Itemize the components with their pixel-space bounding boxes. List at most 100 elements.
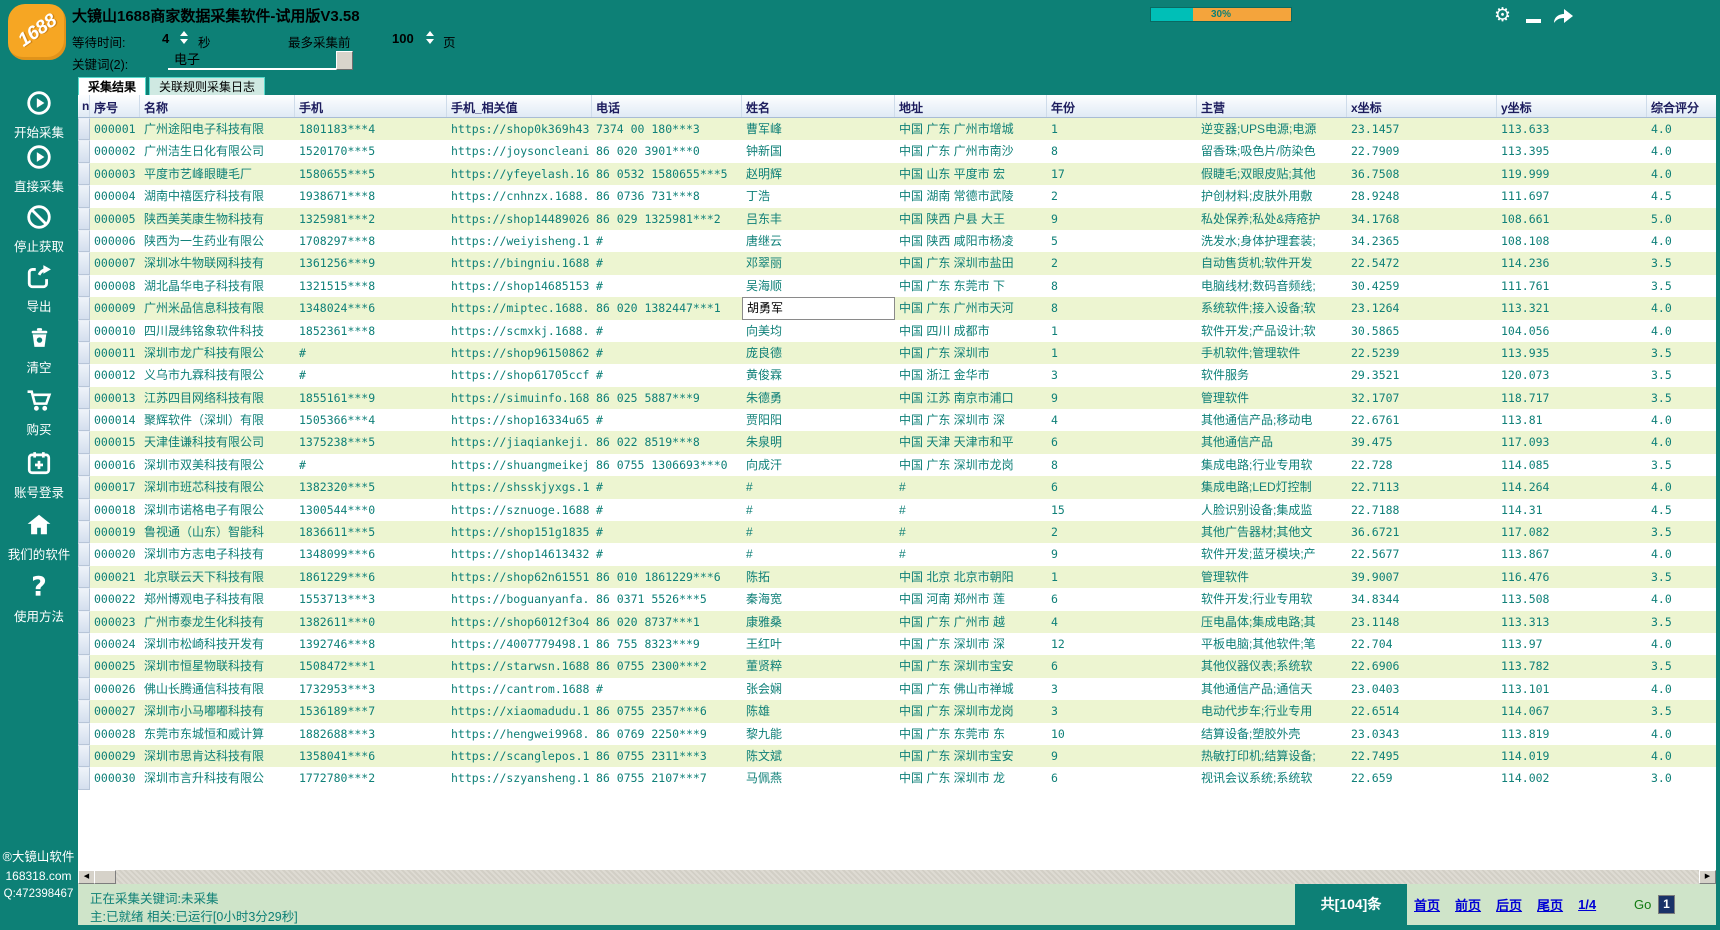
table-cell[interactable]: 000019 bbox=[90, 521, 140, 543]
table-cell[interactable]: 4.0 bbox=[1647, 140, 1716, 162]
table-cell[interactable]: 1536189***7 bbox=[295, 700, 447, 722]
table-cell[interactable]: 000003 bbox=[90, 163, 140, 185]
table-cell[interactable]: 86 020 8737***1 bbox=[592, 611, 742, 633]
column-header[interactable]: 地址 bbox=[895, 95, 1047, 117]
table-cell[interactable]: 000010 bbox=[90, 320, 140, 342]
table-cell[interactable]: 6 bbox=[1047, 476, 1197, 498]
table-cell[interactable]: https://szyansheng.1 bbox=[447, 767, 592, 789]
table-cell[interactable]: https://shop61705ccf bbox=[447, 364, 592, 386]
table-row[interactable]: 000003平度市艺峰眼睫毛厂1580655***5https://yfeyel… bbox=[78, 163, 1716, 185]
table-cell[interactable]: 15 bbox=[1047, 499, 1197, 521]
table-cell[interactable]: 23.1264 bbox=[1347, 297, 1497, 319]
table-cell[interactable]: # bbox=[592, 230, 742, 252]
table-cell[interactable]: 4.0 bbox=[1647, 633, 1716, 655]
table-cell[interactable]: # bbox=[742, 521, 895, 543]
table-row[interactable]: 000007深圳冰牛物联网科技有1361256***9https://bingn… bbox=[78, 252, 1716, 274]
table-cell[interactable]: 28.9248 bbox=[1347, 185, 1497, 207]
table-cell[interactable]: 22.728 bbox=[1347, 454, 1497, 476]
table-cell[interactable]: 邓翠丽 bbox=[742, 252, 895, 274]
table-cell[interactable]: 深圳市思肯达科技有限 bbox=[140, 745, 295, 767]
table-cell[interactable]: 其他广告器材;其他文 bbox=[1197, 521, 1347, 543]
row-selector[interactable] bbox=[78, 342, 90, 364]
table-cell[interactable]: https://sznuoge.1688 bbox=[447, 499, 592, 521]
table-cell[interactable]: 佛山长腾通信科技有限 bbox=[140, 678, 295, 700]
table-cell[interactable]: 庞良德 bbox=[742, 342, 895, 364]
table-cell[interactable]: 其他通信产品;通信天 bbox=[1197, 678, 1347, 700]
table-cell[interactable]: 1836611***5 bbox=[295, 521, 447, 543]
table-cell[interactable]: 深圳市双美科技有限公 bbox=[140, 454, 295, 476]
table-row[interactable]: 000013江苏四目网络科技有限1855161***9https://simui… bbox=[78, 387, 1716, 409]
table-cell[interactable]: # bbox=[592, 252, 742, 274]
table-cell[interactable]: 000027 bbox=[90, 700, 140, 722]
table-cell[interactable]: 118.717 bbox=[1497, 387, 1647, 409]
table-cell[interactable]: https://xiaomadudu.1 bbox=[447, 700, 592, 722]
table-cell[interactable]: 中国 陕西 咸阳市杨凌 bbox=[895, 230, 1047, 252]
table-cell[interactable]: 3 bbox=[1047, 678, 1197, 700]
table-cell[interactable]: 管理软件 bbox=[1197, 566, 1347, 588]
forward-arrow-icon[interactable] bbox=[1552, 7, 1574, 30]
table-cell[interactable]: 中国 浙江 金华市 bbox=[895, 364, 1047, 386]
table-cell[interactable]: 86 029 1325981***2 bbox=[592, 208, 742, 230]
table-cell[interactable]: 2 bbox=[1047, 185, 1197, 207]
table-cell[interactable]: 广州洁生日化有限公司 bbox=[140, 140, 295, 162]
table-cell[interactable]: 1855161***9 bbox=[295, 387, 447, 409]
table-cell[interactable]: 9 bbox=[1047, 543, 1197, 565]
table-cell[interactable]: 平度市艺峰眼睫毛厂 bbox=[140, 163, 295, 185]
table-cell[interactable]: 4.5 bbox=[1647, 499, 1716, 521]
sidebar-item-1[interactable]: 开始采集 bbox=[0, 90, 78, 141]
table-cell[interactable]: 86 0755 2357***6 bbox=[592, 700, 742, 722]
table-cell[interactable]: 000009 bbox=[90, 297, 140, 319]
table-cell[interactable]: 管理软件 bbox=[1197, 387, 1347, 409]
table-cell[interactable]: 86 0532 1580655***5 bbox=[592, 163, 742, 185]
pager-prev[interactable]: 前页 bbox=[1455, 895, 1481, 914]
table-cell[interactable]: 唐继云 bbox=[742, 230, 895, 252]
table-cell[interactable]: 23.0403 bbox=[1347, 678, 1497, 700]
table-cell[interactable]: 000017 bbox=[90, 476, 140, 498]
table-row[interactable]: 000030深圳市言升科技有限公1772780***2https://szyan… bbox=[78, 767, 1716, 789]
table-cell[interactable]: 湖南中禧医疗科技有限 bbox=[140, 185, 295, 207]
table-cell[interactable]: 1348099***6 bbox=[295, 543, 447, 565]
table-cell[interactable]: 1 bbox=[1047, 118, 1197, 140]
table-cell[interactable]: https://scmxkj.1688. bbox=[447, 320, 592, 342]
table-cell[interactable]: 中国 广东 深圳市宝安 bbox=[895, 745, 1047, 767]
table-cell[interactable]: 4.0 bbox=[1647, 230, 1716, 252]
table-cell[interactable]: 护创材料;皮肤外用敷 bbox=[1197, 185, 1347, 207]
row-selector[interactable] bbox=[78, 543, 90, 565]
table-cell[interactable]: 22.704 bbox=[1347, 633, 1497, 655]
table-cell[interactable]: 私处保养;私处&痔疮护 bbox=[1197, 208, 1347, 230]
table-cell[interactable]: 86 0755 2311***3 bbox=[592, 745, 742, 767]
table-row[interactable]: 000005陕西美芙康生物科技有1325981***2https://shop1… bbox=[78, 208, 1716, 230]
row-selector[interactable] bbox=[78, 700, 90, 722]
table-cell[interactable]: 000021 bbox=[90, 566, 140, 588]
table-cell[interactable]: 113.395 bbox=[1497, 140, 1647, 162]
table-cell[interactable]: 深圳冰牛物联网科技有 bbox=[140, 252, 295, 274]
table-cell[interactable]: 1358041***6 bbox=[295, 745, 447, 767]
table-cell[interactable]: 中国 广东 广州市 越 bbox=[895, 611, 1047, 633]
table-cell[interactable]: 22.7188 bbox=[1347, 499, 1497, 521]
table-cell[interactable]: 4.0 bbox=[1647, 723, 1716, 745]
table-row[interactable]: 000022郑州博观电子科技有限1553713***3https://bogua… bbox=[78, 588, 1716, 610]
minimize-icon[interactable] bbox=[1526, 19, 1541, 23]
table-cell[interactable]: 中国 广东 东莞市 东 bbox=[895, 723, 1047, 745]
table-cell[interactable]: 1708297***8 bbox=[295, 230, 447, 252]
table-cell[interactable]: 深圳市班芯科技有限公 bbox=[140, 476, 295, 498]
table-cell[interactable]: 中国 河南 郑州市 莲 bbox=[895, 588, 1047, 610]
table-cell[interactable]: 3.5 bbox=[1647, 566, 1716, 588]
table-row[interactable]: 000029深圳市思肯达科技有限1358041***6https://scang… bbox=[78, 745, 1716, 767]
table-cell[interactable]: 120.073 bbox=[1497, 364, 1647, 386]
table-cell[interactable]: 000001 bbox=[90, 118, 140, 140]
table-cell[interactable]: 深圳市恒星物联科技有 bbox=[140, 655, 295, 677]
table-cell[interactable]: 1 bbox=[1047, 342, 1197, 364]
table-cell[interactable]: 86 755 8323***9 bbox=[592, 633, 742, 655]
table-cell[interactable]: 86 0769 2250***9 bbox=[592, 723, 742, 745]
table-cell[interactable]: 中国 北京 北京市朝阳 bbox=[895, 566, 1047, 588]
table-cell[interactable]: 自动售货机;软件开发 bbox=[1197, 252, 1347, 274]
table-cell[interactable]: 江苏四目网络科技有限 bbox=[140, 387, 295, 409]
table-cell[interactable]: 23.1457 bbox=[1347, 118, 1497, 140]
row-selector[interactable] bbox=[78, 185, 90, 207]
table-cell[interactable]: 86 022 8519***8 bbox=[592, 431, 742, 453]
table-cell[interactable]: 3 bbox=[1047, 364, 1197, 386]
table-cell[interactable]: 000026 bbox=[90, 678, 140, 700]
table-cell[interactable]: 119.999 bbox=[1497, 163, 1647, 185]
table-cell[interactable]: # bbox=[592, 678, 742, 700]
